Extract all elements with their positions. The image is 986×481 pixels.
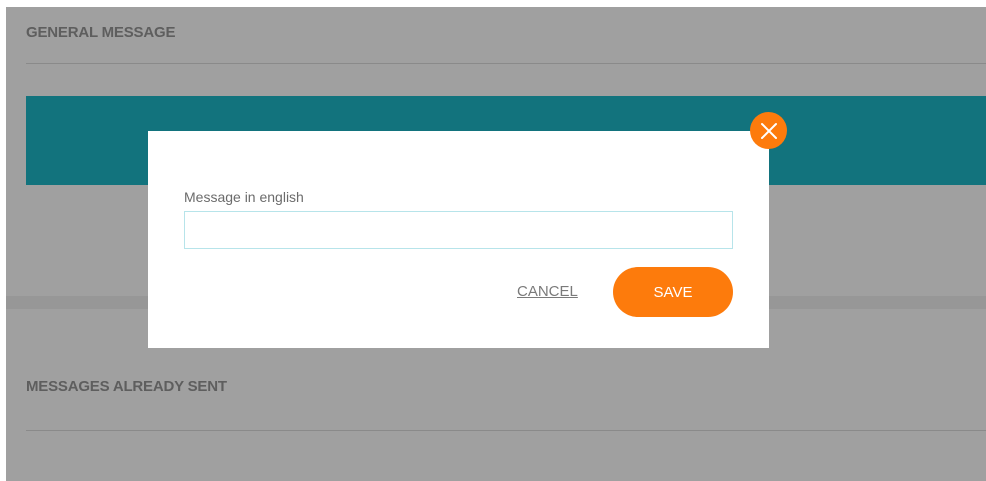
general-message-title: GENERAL MESSAGE [26, 24, 176, 41]
message-input[interactable] [184, 211, 733, 249]
close-button[interactable] [750, 112, 787, 149]
cancel-button[interactable]: CANCEL [517, 283, 578, 300]
message-dialog: Message in english CANCEL SAVE [148, 131, 769, 348]
message-field-label: Message in english [184, 189, 304, 205]
divider [26, 63, 986, 64]
close-icon [760, 122, 777, 139]
divider [26, 430, 986, 431]
save-button[interactable]: SAVE [613, 267, 733, 317]
messages-sent-title: MESSAGES ALREADY SENT [26, 378, 227, 395]
